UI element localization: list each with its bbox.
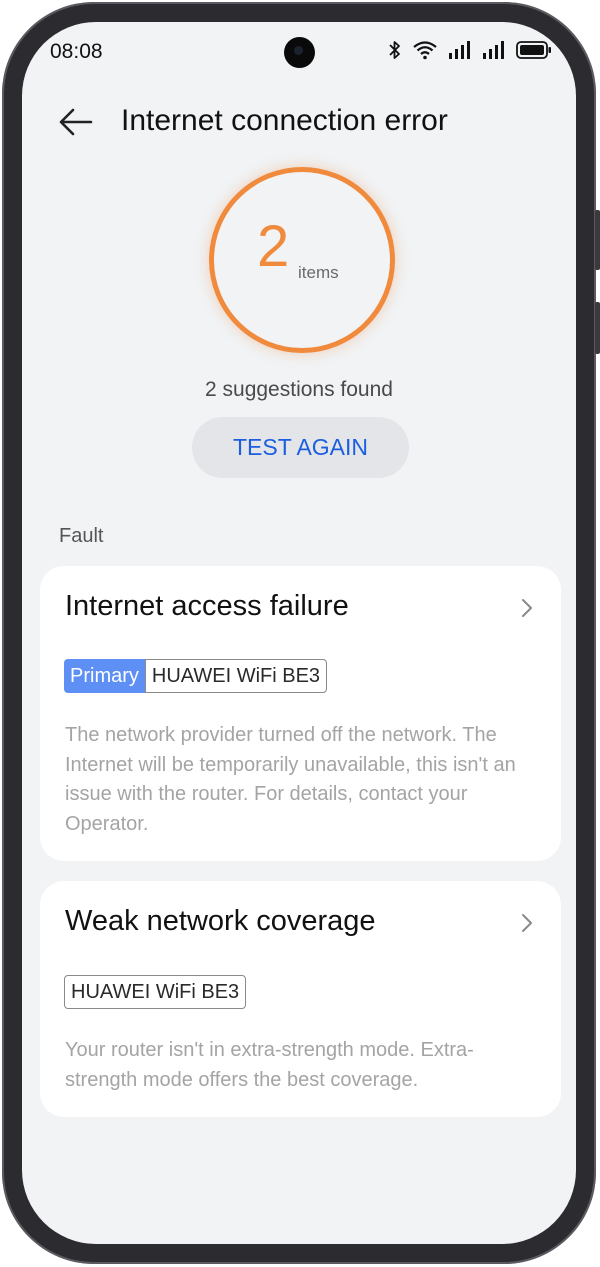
- fault-title: Weak network coverage: [65, 905, 376, 937]
- phone-frame: 08:08 Internet connection error 2 items …: [2, 2, 600, 1264]
- back-arrow-icon[interactable]: [58, 104, 94, 140]
- primary-tag: Primary: [64, 659, 145, 693]
- page-title: Internet connection error: [121, 104, 448, 137]
- fault-description: Your router isn't in extra-strength mode…: [65, 1039, 474, 1091]
- signal-icon: [483, 41, 504, 59]
- volume-button: [595, 210, 600, 270]
- chevron-right-icon: [522, 914, 532, 932]
- fault-card-internet-access[interactable]: Internet access failure Primary HUAWEI W…: [40, 566, 561, 861]
- result-ring: [209, 167, 395, 353]
- signal-icon: [449, 41, 470, 59]
- wifi-icon: [413, 41, 437, 60]
- chevron-right-icon: [522, 599, 532, 617]
- power-button: [595, 302, 600, 354]
- section-label-fault: Fault: [59, 525, 104, 547]
- bluetooth-icon: [389, 41, 400, 59]
- device-tag: HUAWEI WiFi BE3: [144, 659, 328, 693]
- fault-description: The network provider turned off the netw…: [65, 724, 516, 835]
- screen: 08:08 Internet connection error 2 items …: [22, 22, 576, 1244]
- suggestions-text: 2 suggestions found: [205, 378, 393, 401]
- fault-card-weak-coverage[interactable]: Weak network coverage HUAWEI WiFi BE3 Yo…: [40, 881, 561, 1117]
- issue-unit: items: [298, 263, 339, 282]
- device-tag: HUAWEI WiFi BE3: [64, 975, 247, 1009]
- status-icons: [388, 40, 552, 60]
- fault-title: Internet access failure: [65, 590, 349, 622]
- test-again-button[interactable]: TEST AGAIN: [192, 417, 409, 478]
- issue-count: 2: [257, 214, 290, 279]
- device-tags: Primary HUAWEI WiFi BE3: [64, 659, 328, 693]
- status-time: 08:08: [50, 40, 103, 63]
- battery-icon: [516, 41, 551, 59]
- device-tags: HUAWEI WiFi BE3: [64, 975, 247, 1009]
- front-camera: [284, 37, 315, 68]
